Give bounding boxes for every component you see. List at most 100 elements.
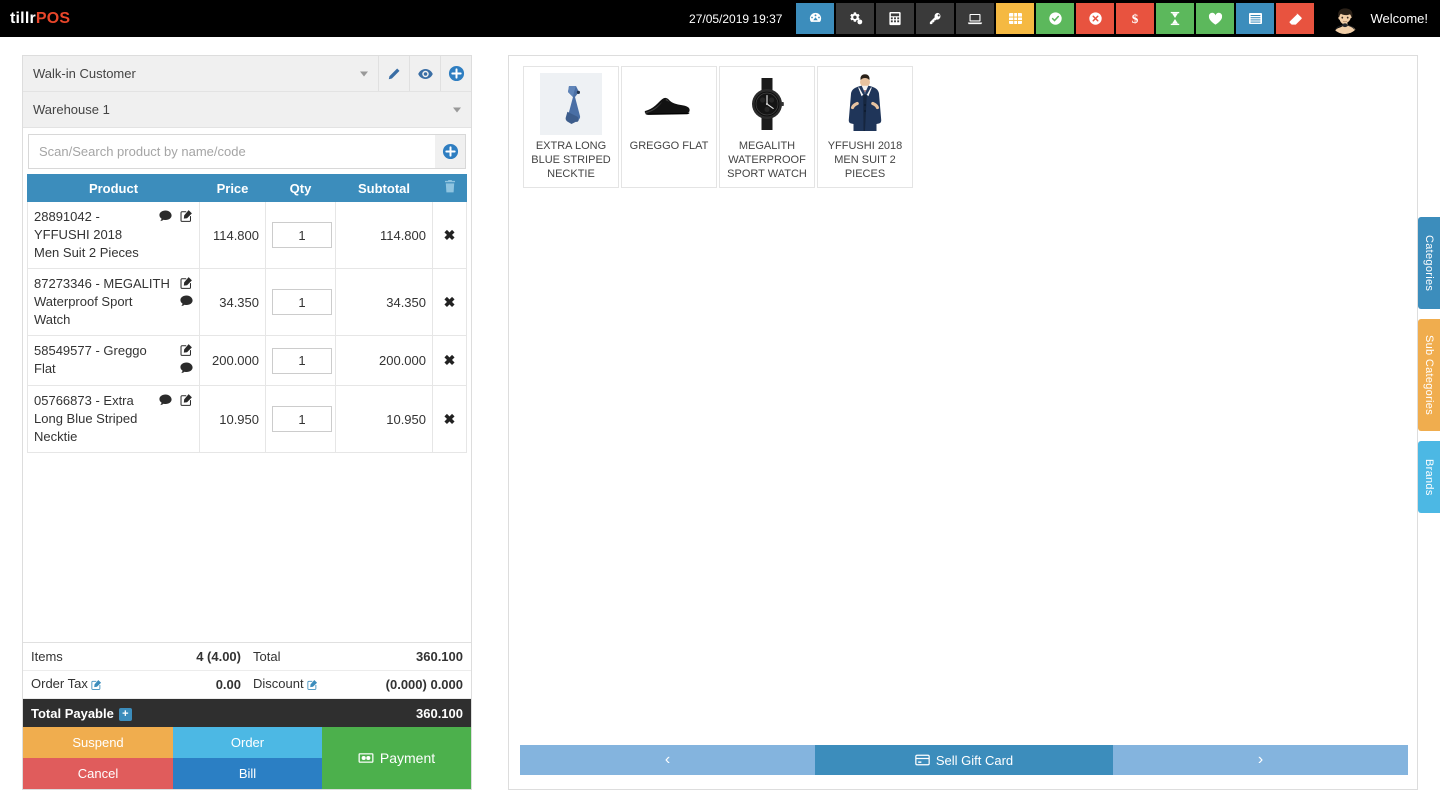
qty-input[interactable] — [272, 347, 332, 374]
cell-product: 58549577 - Greggo Flat — [27, 334, 200, 387]
tax-discount-row: Order Tax 0.00 Discount (0.000) 0.000 — [23, 671, 471, 699]
hourglass-icon[interactable] — [1156, 3, 1195, 34]
dashboard-icon[interactable] — [796, 3, 835, 34]
edit-discount-icon[interactable] — [307, 678, 318, 693]
qty-input[interactable] — [272, 222, 332, 248]
discount-label: Discount — [253, 676, 363, 693]
warehouse-value: Warehouse 1 — [33, 102, 110, 117]
customer-select[interactable]: Walk-in Customer — [23, 56, 378, 91]
view-customer-button[interactable] — [409, 56, 440, 91]
cell-product: 05766873 - Extra Long Blue Striped Neckt… — [27, 385, 200, 454]
list-icon[interactable] — [1236, 3, 1275, 34]
cell-qty — [265, 385, 336, 454]
order-tax-text: Order Tax — [31, 676, 88, 691]
total-payable-value: 360.100 — [416, 705, 463, 721]
remove-row-button[interactable]: ✖ — [444, 294, 456, 310]
cell-qty — [265, 334, 336, 387]
eraser-icon[interactable] — [1276, 3, 1315, 34]
sell-gift-card-button[interactable]: Sell Gift Card — [815, 745, 1113, 775]
remove-row-button[interactable]: ✖ — [444, 411, 456, 427]
user-menu[interactable]: Welcome! — [1316, 0, 1440, 37]
cell-qty — [265, 201, 336, 269]
tab-brands[interactable]: Brands — [1418, 441, 1440, 513]
top-navbar: tillrPOS 27/05/2019 19:37 $ Welcome! — [0, 0, 1440, 37]
product-card[interactable]: EXTRA LONG BLUE STRIPED NECKTIE — [523, 66, 619, 188]
cart-table-wrapper: Product Price Qty Subtotal 28891042 - YF… — [23, 174, 471, 642]
total-label: Total — [253, 649, 281, 664]
check-circle-icon[interactable] — [1036, 3, 1075, 34]
clear-cart-button[interactable] — [432, 174, 467, 202]
table-row[interactable]: 58549577 - Greggo Flat 200.000 200.000 ✖ — [27, 334, 467, 387]
col-product: Product — [27, 174, 200, 202]
table-row[interactable]: 87273346 - MEGALITH Waterproof Sport Wat… — [27, 268, 467, 336]
warehouse-select[interactable]: Warehouse 1 — [23, 92, 471, 128]
table-row[interactable]: 28891042 - YFFUSHI 2018 Men Suit 2 Piece… — [27, 201, 467, 269]
edit-icon[interactable] — [180, 209, 193, 227]
app-logo[interactable]: tillrPOS — [0, 10, 70, 28]
items-value: 4 (4.00) — [196, 649, 241, 664]
datetime-display: 27/05/2019 19:37 — [689, 11, 783, 26]
chevron-down-icon — [453, 107, 461, 112]
cell-subtotal: 34.350 — [335, 268, 433, 336]
cell-qty — [265, 268, 336, 336]
laptop-icon[interactable] — [956, 3, 995, 34]
cancel-button[interactable]: Cancel — [23, 758, 173, 789]
product-card[interactable]: YFFUSHI 2018 MEN SUIT 2 PIECES — [817, 66, 913, 188]
payment-button[interactable]: Payment — [322, 727, 471, 789]
add-payment-icon[interactable]: + — [118, 707, 132, 721]
payment-label: Payment — [379, 750, 436, 766]
heart-icon[interactable] — [1196, 3, 1235, 34]
cell-product: 87273346 - MEGALITH Waterproof Sport Wat… — [27, 268, 200, 336]
total-payable-label: Total Payable + — [31, 706, 416, 721]
discount-text: Discount — [253, 676, 304, 691]
gift-card-icon — [915, 754, 930, 766]
bill-button[interactable]: Bill — [173, 758, 322, 789]
search-input[interactable] — [28, 134, 435, 169]
cogs-icon[interactable] — [836, 3, 875, 34]
calculator-icon[interactable] — [876, 3, 915, 34]
comment-icon[interactable] — [159, 393, 172, 411]
qty-input[interactable] — [272, 289, 332, 315]
edit-tax-icon[interactable] — [91, 678, 102, 693]
edit-icon[interactable] — [180, 393, 193, 411]
total-value: 360.100 — [416, 649, 463, 664]
edit-customer-button[interactable] — [378, 56, 409, 91]
row-action-icons — [170, 342, 193, 379]
shoe-image — [638, 73, 700, 135]
logo-text-primary: tillr — [10, 9, 36, 27]
suspend-button[interactable]: Suspend — [23, 727, 173, 758]
toolbar-icon-strip: $ — [796, 0, 1316, 37]
comment-icon[interactable] — [159, 209, 172, 227]
product-name: GREGGO FLAT — [629, 140, 709, 152]
edit-icon[interactable] — [180, 343, 193, 361]
row-action-icons — [170, 275, 193, 312]
side-tab-group: Categories Sub Categories Brands — [1418, 217, 1440, 523]
next-page-button[interactable]: › — [1113, 745, 1408, 775]
action-col-2: Order Bill — [173, 727, 322, 789]
order-button[interactable]: Order — [173, 727, 322, 758]
pos-cart-panel: Walk-in Customer Warehouse 1 Product Pri… — [22, 55, 472, 790]
edit-icon[interactable] — [180, 276, 193, 294]
tab-sub-categories[interactable]: Sub Categories — [1418, 319, 1440, 431]
tab-categories[interactable]: Categories — [1418, 217, 1440, 309]
cell-delete: ✖ — [432, 334, 467, 387]
prev-page-button[interactable]: ‹ — [520, 745, 815, 775]
cart-table-body: 28891042 - YFFUSHI 2018 Men Suit 2 Piece… — [27, 201, 467, 454]
product-card[interactable]: GREGGO FLAT — [621, 66, 717, 188]
remove-row-button[interactable]: ✖ — [444, 227, 456, 243]
grid-icon[interactable] — [996, 3, 1035, 34]
comment-icon[interactable] — [180, 361, 193, 379]
comment-icon[interactable] — [180, 294, 193, 312]
key-icon[interactable] — [916, 3, 955, 34]
add-product-button[interactable] — [435, 134, 466, 169]
remove-row-button[interactable]: ✖ — [444, 352, 456, 368]
times-circle-icon[interactable] — [1076, 3, 1115, 34]
table-row[interactable]: 05766873 - Extra Long Blue Striped Neckt… — [27, 385, 467, 454]
cell-subtotal: 200.000 — [335, 334, 433, 387]
qty-input[interactable] — [272, 406, 332, 433]
product-card[interactable]: MEGALITH WATERPROOF SPORT WATCH — [719, 66, 815, 188]
add-customer-button[interactable] — [440, 56, 471, 91]
dollar-icon[interactable]: $ — [1116, 3, 1155, 34]
col-subtotal: Subtotal — [335, 174, 433, 202]
necktie-image — [540, 73, 602, 135]
